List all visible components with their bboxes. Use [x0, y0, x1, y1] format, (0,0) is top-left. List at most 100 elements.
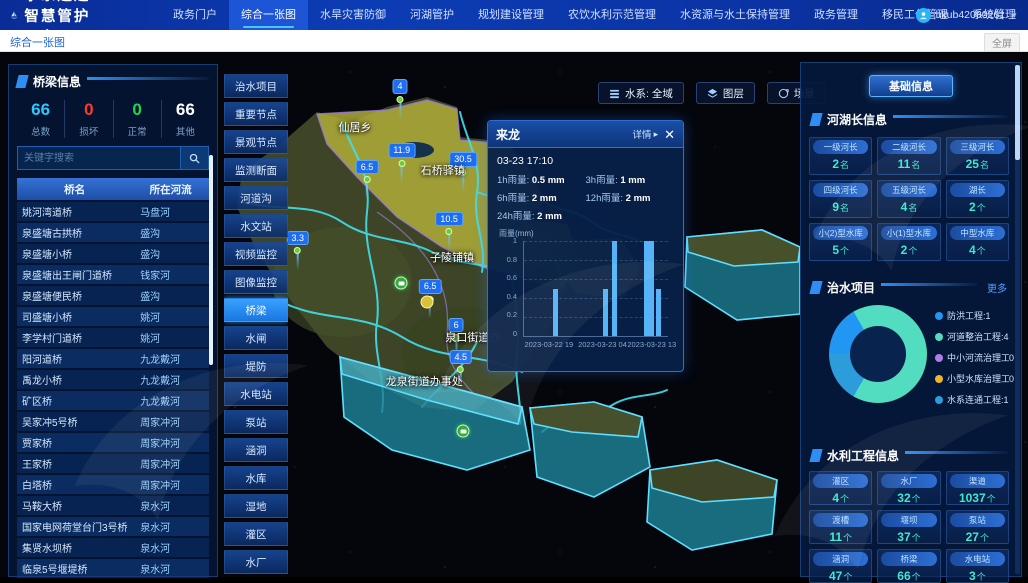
- layer-menu-item[interactable]: 景观节点: [224, 130, 288, 154]
- nav-item[interactable]: 综合一张图: [229, 0, 308, 30]
- bridge-name-cell: 禹龙小桥: [17, 372, 132, 387]
- water-system-scope-button[interactable]: 水系: 全域: [598, 82, 684, 104]
- more-link[interactable]: 更多: [987, 280, 1007, 295]
- popup-body: 03-23 17:10 1h雨量0.5 mm 3h雨量1 mm 6h雨量2 mm: [488, 148, 683, 352]
- chevron-down-icon: ▼: [1010, 11, 1018, 20]
- detail-link[interactable]: 详情: [633, 127, 652, 141]
- camera-poi-icon[interactable]: [457, 425, 470, 438]
- map-marker[interactable]: 3.3: [286, 231, 309, 271]
- layer-menu-item[interactable]: 监测断面: [224, 158, 288, 182]
- fullscreen-button[interactable]: 全屏: [984, 33, 1020, 52]
- metric-label: 3h雨量: [586, 175, 621, 186]
- layer-menu-item[interactable]: 灌区: [224, 522, 288, 546]
- card-value: 3个: [950, 569, 1005, 583]
- stat-card: 渡槽 11个: [809, 510, 872, 544]
- card-label: 一级河长: [813, 140, 868, 154]
- camera-poi-icon[interactable]: [421, 295, 434, 308]
- table-row[interactable]: 姚河湾道桥 马盘河: [17, 202, 209, 221]
- nav-item[interactable]: 水旱灾害防御: [308, 0, 398, 30]
- table-row[interactable]: 泉盛塘出王闸门道桥 钱家河: [17, 265, 209, 284]
- donut-hole: [850, 326, 906, 382]
- marker-value-badge: 10.5: [435, 212, 463, 227]
- stat-card: 小(2)型水库 5个: [809, 223, 872, 261]
- card-value: 2个: [950, 200, 1005, 214]
- search-button[interactable]: [181, 146, 209, 170]
- search-input[interactable]: [17, 146, 181, 170]
- stat-card: 二级河长 11名: [877, 137, 940, 175]
- layer-menu-item[interactable]: 桥梁: [224, 298, 288, 322]
- river-name-cell: 姚河: [132, 309, 209, 324]
- map-marker[interactable]: 11.9: [388, 143, 415, 183]
- river-name-cell: 周家冲河: [132, 435, 209, 450]
- breadcrumb[interactable]: 综合一张图: [10, 34, 65, 50]
- card-value: 11个: [813, 530, 868, 544]
- map-marker[interactable]: 6.5: [356, 160, 379, 200]
- marker-station-dot: [398, 160, 405, 167]
- table-row[interactable]: 王家桥 周家冲河: [17, 454, 209, 473]
- marker-station-dot: [446, 228, 453, 235]
- water-system-scope-label: 水系: 全域: [625, 86, 673, 101]
- camera-poi-icon[interactable]: [395, 277, 408, 290]
- layer-menu-item[interactable]: 水厂: [224, 550, 288, 574]
- table-row[interactable]: 禹龙小桥 九龙戴河: [17, 370, 209, 389]
- table-row[interactable]: 国家电网荷堂台门3号桥 泉水河: [17, 517, 209, 536]
- card-value: 25名: [950, 157, 1005, 171]
- marker-station-dot: [294, 247, 301, 254]
- layer-menu-item[interactable]: 图像监控: [224, 270, 288, 294]
- card-value: 4个: [950, 243, 1005, 257]
- layer-menu-item[interactable]: 治水项目: [224, 74, 288, 98]
- stat-card: 小(1)型水库 2个: [877, 223, 940, 261]
- layer-menu-item[interactable]: 泵站: [224, 410, 288, 434]
- layer-menu-item[interactable]: 水电站: [224, 382, 288, 406]
- river-name-cell: 泉水河: [132, 498, 209, 513]
- nav-item[interactable]: 农饮水利示范管理: [556, 0, 668, 30]
- nav-item[interactable]: 规划建设管理: [466, 0, 556, 30]
- table-row[interactable]: 李学村门道桥 姚河: [17, 328, 209, 347]
- map-marker[interactable]: 4: [393, 79, 408, 119]
- nav-item[interactable]: 政务管理: [802, 0, 870, 30]
- table-row[interactable]: 临泉5号堰堤桥 泉水河: [17, 559, 209, 578]
- layer-menu-item[interactable]: 湿地: [224, 494, 288, 518]
- close-icon[interactable]: ✕: [664, 128, 675, 141]
- layer-menu-item[interactable]: 视频监控: [224, 242, 288, 266]
- basic-info-tab[interactable]: 基础信息: [869, 75, 953, 97]
- layer-menu-item[interactable]: 水库: [224, 466, 288, 490]
- legend-item: 河道整治工程 4: [935, 330, 1014, 343]
- stat-card: 中型水库 4个: [946, 223, 1009, 261]
- table-row[interactable]: 马鞍大桥 泉水河: [17, 496, 209, 515]
- bridge-name-cell: 临泉5号堰堤桥: [17, 561, 132, 576]
- layer-menu-item[interactable]: 水闸: [224, 326, 288, 350]
- table-row[interactable]: 集贤水坝桥 泉水河: [17, 538, 209, 557]
- card-value: 4名: [881, 200, 936, 214]
- nav-item[interactable]: 水资源与水土保持管理: [668, 0, 802, 30]
- table-row[interactable]: 阳河道桥 九龙戴河: [17, 349, 209, 368]
- projects-section-header: 治水项目 更多: [811, 279, 1007, 296]
- layer-menu-item[interactable]: 重要节点: [224, 102, 288, 126]
- facilities-title: 水利工程信息: [827, 447, 899, 464]
- table-row[interactable]: 白塔桥 周家冲河: [17, 475, 209, 494]
- nav-item[interactable]: 河湖管护: [398, 0, 466, 30]
- layer-menu-item[interactable]: 涵洞: [224, 438, 288, 462]
- layer-menu-item[interactable]: 堤防: [224, 354, 288, 378]
- table-row[interactable]: 泉盛塘小桥 盛沟: [17, 244, 209, 263]
- panel-scrollbar-thumb[interactable]: [1015, 65, 1020, 160]
- table-row[interactable]: 吴家冲5号桥 周家冲河: [17, 412, 209, 431]
- table-scrollbar[interactable]: [209, 155, 213, 365]
- rain-metric: 24h雨量2 mm: [497, 208, 586, 222]
- bridge-stat: 66 其他: [162, 100, 209, 138]
- table-row[interactable]: 泉盛塘便民桥 盛沟: [17, 286, 209, 305]
- y-tick: 1: [513, 237, 517, 245]
- layers-button[interactable]: 图层: [696, 82, 755, 104]
- table-row[interactable]: 贾家桥 周家冲河: [17, 433, 209, 452]
- nav-item[interactable]: 政务门户: [161, 0, 229, 30]
- river-name-cell: 盛沟: [132, 246, 209, 261]
- bridge-name-cell: 吴家冲5号桥: [17, 414, 132, 429]
- map-marker[interactable]: 10.5: [435, 212, 463, 252]
- legend-dot: [935, 396, 943, 404]
- layer-menu-item[interactable]: 水文站: [224, 214, 288, 238]
- table-row[interactable]: 矿区桥 九龙戴河: [17, 391, 209, 410]
- user-menu[interactable]: hkub42080261 ▼: [916, 0, 1018, 30]
- layer-menu-item[interactable]: 河道沟: [224, 186, 288, 210]
- table-row[interactable]: 泉盛塘古拱桥 盛沟: [17, 223, 209, 242]
- table-row[interactable]: 司盛塘小桥 姚河: [17, 307, 209, 326]
